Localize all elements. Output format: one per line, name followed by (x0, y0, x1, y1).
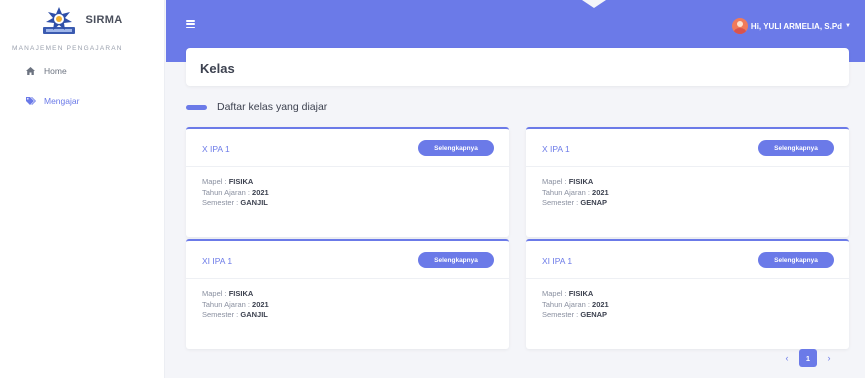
class-name: X IPA 1 (202, 144, 230, 154)
user-menu[interactable]: Hi, YULI ARMELIA, S.Pd ▼ (731, 18, 851, 34)
semester-row: Semester : GENAP (542, 310, 608, 319)
section-accent-bar (186, 104, 207, 110)
mapel-row: Mapel : FISIKA (542, 289, 594, 298)
selengkapnya-button[interactable]: Selengkapnya (758, 140, 834, 156)
tahun-row: Tahun Ajaran : 2021 (542, 187, 609, 197)
sidebar: SIRMA MANAJEMEN PENGAJARAN Home Mengajar (0, 0, 165, 378)
brand-name: SIRMA (85, 14, 123, 26)
class-card: X IPA 1 Selengkapnya Mapel : FISIKA Tahu… (526, 127, 849, 237)
brand[interactable]: SIRMA (0, 0, 164, 38)
prev-page-button[interactable]: ‹ (778, 349, 796, 367)
hamburger-menu-icon[interactable] (186, 20, 195, 29)
mapel-row: Mapel : FISIKA (202, 177, 254, 186)
sidebar-item-mengajar[interactable]: Mengajar (0, 89, 164, 113)
semester-row: Semester : GENAP (542, 198, 608, 207)
topbar-notch (582, 0, 606, 8)
section-heading: Daftar kelas yang diajar (186, 101, 327, 113)
class-card: X IPA 1 Selengkapnya Mapel : FISIKA Tahu… (186, 127, 509, 237)
mapel-row: Mapel : FISIKA (542, 177, 594, 186)
sirma-logo (42, 7, 75, 34)
class-name: XI IPA 1 (542, 256, 573, 266)
selengkapnya-button[interactable]: Selengkapnya (758, 252, 834, 268)
caret-down-icon: ▼ (845, 23, 851, 29)
sidebar-section-label: MANAJEMEN PENGAJARAN (12, 45, 123, 52)
selengkapnya-button[interactable]: Selengkapnya (418, 140, 494, 156)
home-icon (26, 67, 44, 75)
semester-row: Semester : GANJIL (202, 198, 268, 207)
tahun-row: Tahun Ajaran : 2021 (202, 299, 269, 309)
mapel-row: Mapel : FISIKA (202, 289, 254, 298)
pagination: ‹ 1 › (778, 349, 838, 367)
semester-row: Semester : GANJIL (202, 310, 268, 319)
class-name: XI IPA 1 (202, 256, 233, 266)
sidebar-item-home[interactable]: Home (0, 59, 164, 83)
page-1-button[interactable]: 1 (799, 349, 817, 367)
page-title: Kelas (200, 61, 235, 76)
class-card: XI IPA 1 Selengkapnya Mapel : FISIKA Tah… (526, 239, 849, 349)
class-name: X IPA 1 (542, 144, 570, 154)
tags-icon (26, 97, 44, 105)
page-title-card: Kelas (186, 48, 849, 86)
class-card: XI IPA 1 Selengkapnya Mapel : FISIKA Tah… (186, 239, 509, 349)
user-greeting: Hi, YULI ARMELIA, S.Pd (750, 21, 843, 31)
next-page-button[interactable]: › (820, 349, 838, 367)
sidebar-item-label: Home (44, 66, 67, 76)
avatar (731, 18, 748, 34)
tahun-row: Tahun Ajaran : 2021 (542, 299, 609, 309)
tahun-row: Tahun Ajaran : 2021 (202, 187, 269, 197)
section-heading-text: Daftar kelas yang diajar (217, 101, 328, 113)
selengkapnya-button[interactable]: Selengkapnya (418, 252, 494, 268)
sidebar-item-label: Mengajar (44, 96, 80, 106)
